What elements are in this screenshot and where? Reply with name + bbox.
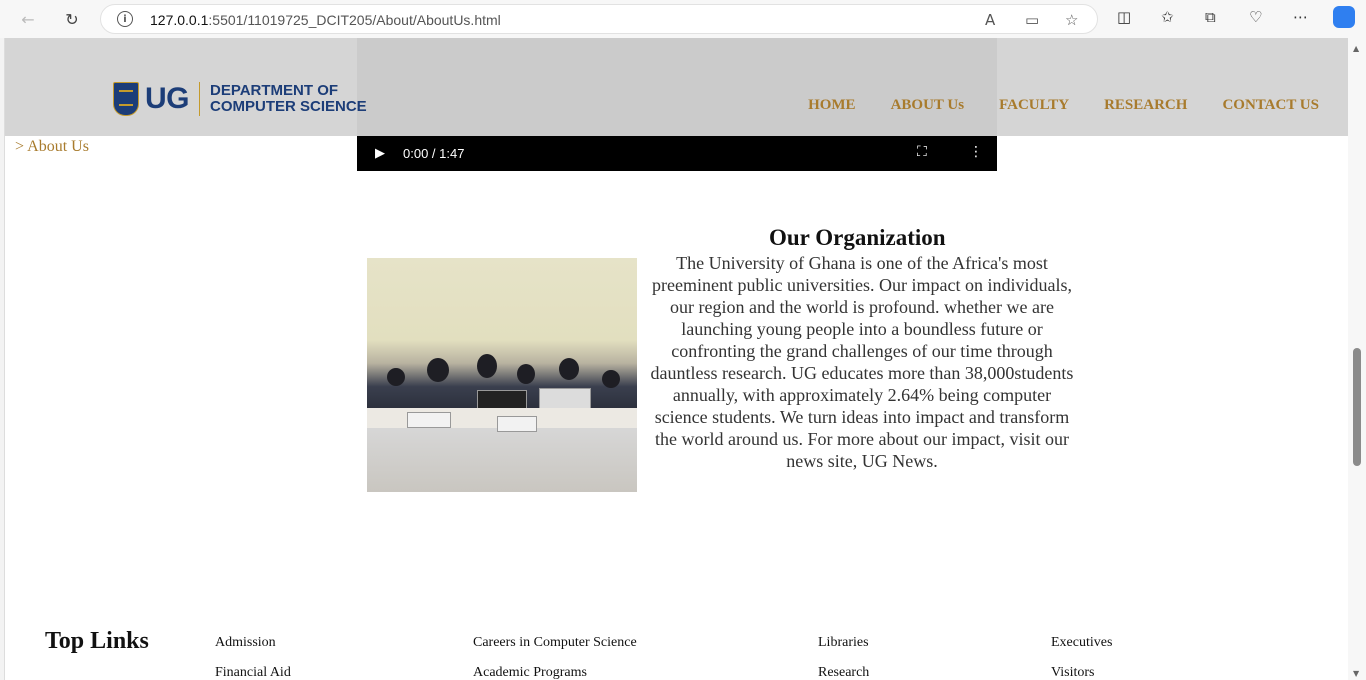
ug-crest-icon — [113, 82, 139, 116]
play-icon[interactable]: ▶ — [375, 145, 385, 161]
video-time: 0:00 / 1:47 — [403, 146, 465, 161]
footer-link-libraries[interactable]: Libraries — [818, 635, 869, 651]
video-more-icon[interactable]: ⋮ — [969, 144, 983, 160]
department-line-2: COMPUTER SCIENCE — [210, 98, 367, 115]
video-controls: ▶ 0:00 / 1:47 ⛶ ⋮ — [357, 135, 997, 171]
browser-essentials-icon[interactable]: ♡ — [1249, 8, 1262, 26]
page-viewport: ▶ 0:00 / 1:47 ⛶ ⋮ UG DEPARTMENT OF COMPU… — [4, 38, 1348, 680]
classroom-photo — [367, 258, 637, 492]
scroll-down-arrow-icon[interactable]: ▼ — [1353, 669, 1359, 678]
footer-heading: Top Links — [45, 628, 149, 654]
logo-ug-text: UG — [145, 82, 190, 115]
logo-divider — [199, 82, 200, 116]
favorite-star-icon[interactable]: ☆ — [1065, 11, 1078, 29]
nav-research[interactable]: RESEARCH — [1104, 97, 1187, 114]
browser-toolbar: ← ↻ i 127.0.0.1:5501/11019725_DCIT205/Ab… — [0, 0, 1366, 38]
reload-icon[interactable]: ↻ — [58, 5, 86, 33]
more-menu-icon[interactable]: ⋯ — [1293, 8, 1308, 26]
footer-link-careers[interactable]: Careers in Computer Science — [473, 635, 637, 651]
department-name: DEPARTMENT OF COMPUTER SCIENCE — [210, 83, 367, 115]
address-url[interactable]: 127.0.0.1:5501/11019725_DCIT205/About/Ab… — [150, 12, 501, 28]
scroll-thumb[interactable] — [1353, 348, 1361, 466]
main-nav: HOME ABOUT Us FACULTY RESEARCH CONTACT U… — [773, 97, 1319, 114]
favorites-icon[interactable]: ✩ — [1161, 8, 1174, 26]
nav-contact[interactable]: CONTACT US — [1222, 97, 1319, 114]
breadcrumb[interactable]: > About Us — [15, 138, 89, 156]
ug-logo[interactable]: UG DEPARTMENT OF COMPUTER SCIENCE — [113, 82, 367, 116]
site-info-icon[interactable]: i — [117, 11, 133, 27]
split-screen-icon[interactable]: ◫ — [1117, 8, 1131, 26]
department-line-1: DEPARTMENT OF — [210, 82, 339, 99]
footer-link-academic-programs[interactable]: Academic Programs — [473, 665, 587, 680]
back-arrow-icon[interactable]: ← — [14, 5, 42, 33]
collections-icon[interactable]: ⧉ — [1205, 8, 1216, 26]
footer-link-executives[interactable]: Executives — [1051, 635, 1112, 651]
copilot-icon[interactable] — [1333, 6, 1355, 28]
organization-heading: Our Organization — [769, 225, 946, 250]
organization-description: The University of Ghana is one of the Af… — [650, 253, 1074, 471]
page-scrollbar[interactable]: ▲ ▼ — [1348, 38, 1366, 680]
nav-home[interactable]: HOME — [808, 97, 856, 114]
footer-link-admission[interactable]: Admission — [215, 635, 276, 651]
scroll-up-arrow-icon[interactable]: ▲ — [1353, 44, 1359, 53]
immersive-reader-icon[interactable]: ▭ — [1025, 11, 1039, 29]
fullscreen-icon[interactable]: ⛶ — [917, 144, 927, 160]
nav-faculty[interactable]: FACULTY — [999, 97, 1069, 114]
address-bar[interactable]: i 127.0.0.1:5501/11019725_DCIT205/About/… — [100, 4, 1098, 34]
footer-link-visitors[interactable]: Visitors — [1051, 665, 1095, 680]
read-aloud-icon[interactable]: A — [985, 11, 995, 29]
footer-link-research[interactable]: Research — [818, 665, 869, 680]
nav-about[interactable]: ABOUT Us — [891, 97, 965, 114]
footer-link-financial-aid[interactable]: Financial Aid — [215, 665, 291, 680]
site-header: UG DEPARTMENT OF COMPUTER SCIENCE HOME A… — [5, 38, 1348, 136]
